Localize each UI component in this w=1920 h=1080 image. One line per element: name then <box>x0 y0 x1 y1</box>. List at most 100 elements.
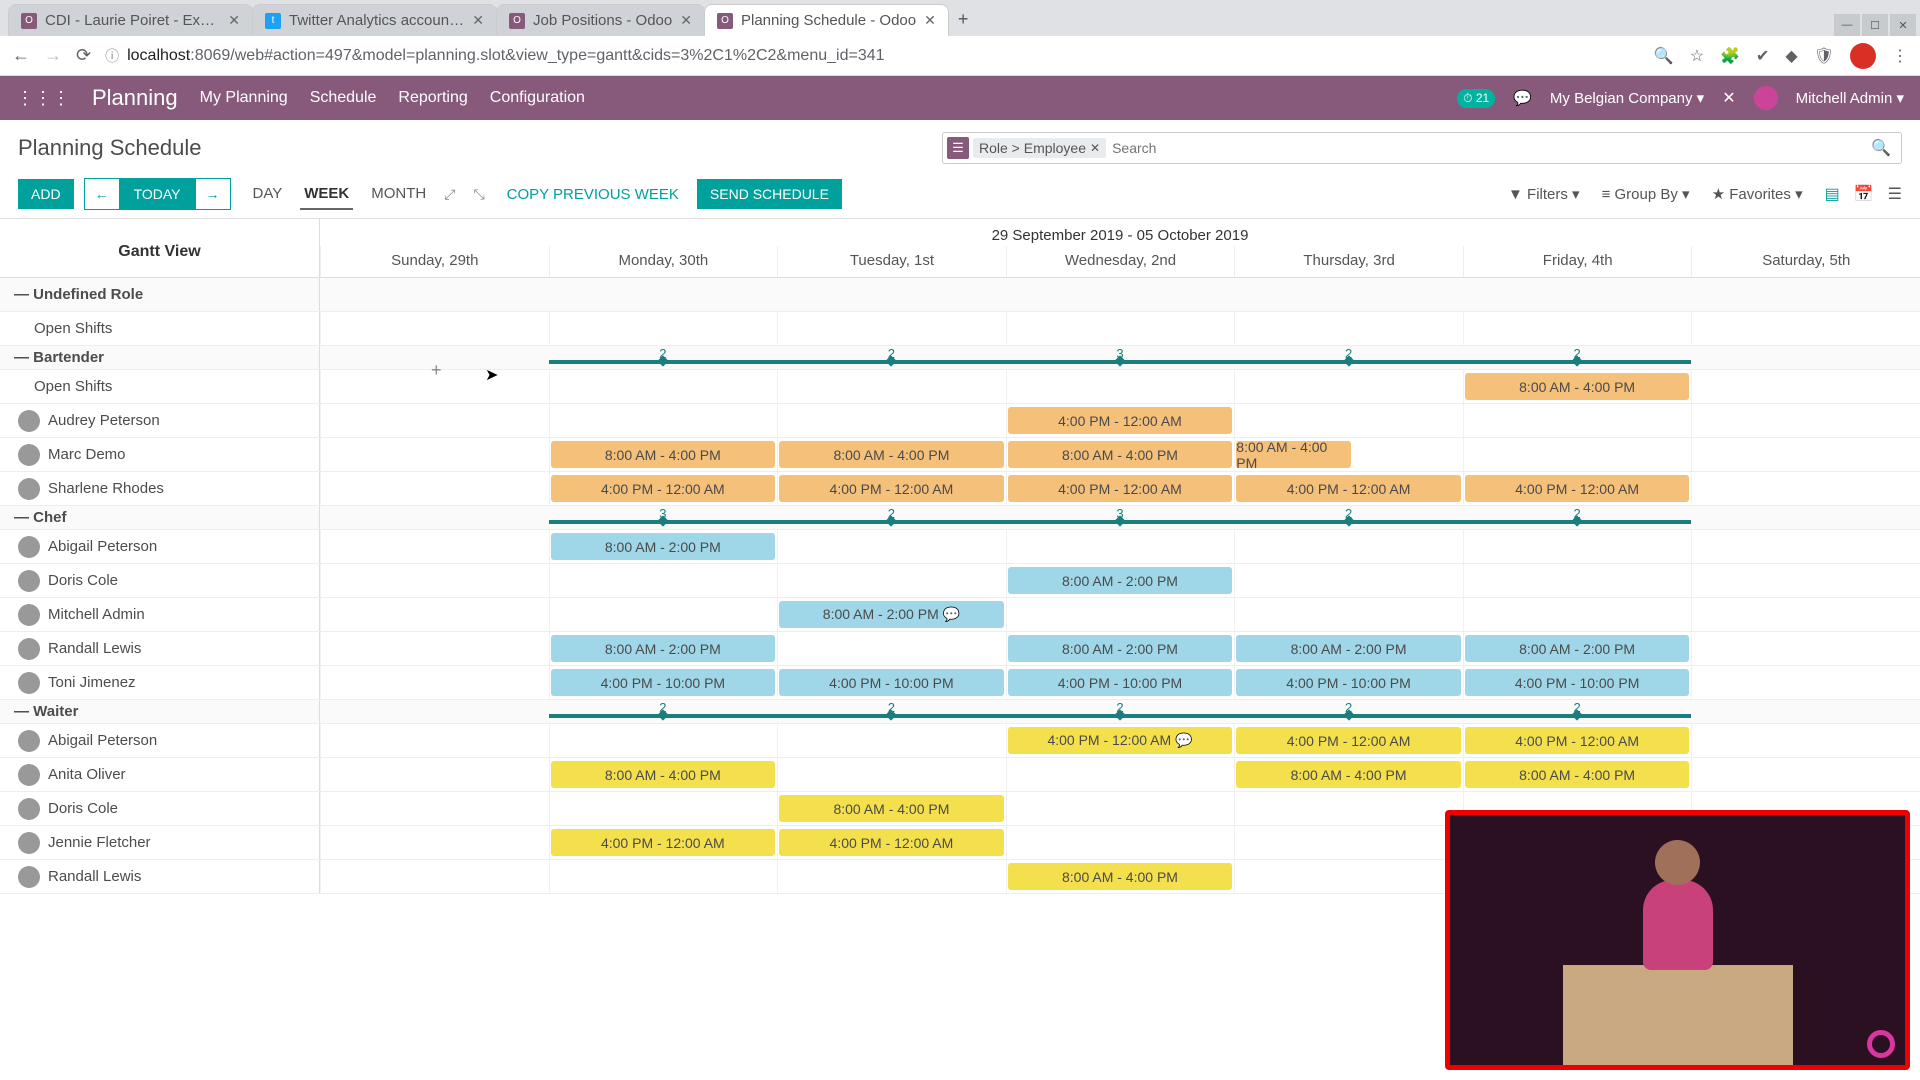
favorites-menu[interactable]: ★ Favorites ▾ <box>1712 185 1803 203</box>
gantt-cell[interactable] <box>1691 404 1920 437</box>
gantt-cell[interactable] <box>320 530 549 563</box>
gantt-cell[interactable] <box>1691 724 1920 757</box>
ext1-icon[interactable]: 🧩 <box>1720 46 1740 66</box>
reload-button[interactable]: ⟳ <box>76 45 91 66</box>
shift-slot[interactable]: 4:00 PM - 12:00 AM <box>1236 475 1461 502</box>
gantt-cell[interactable] <box>777 404 1006 437</box>
shift-slot[interactable]: 8:00 AM - 4:00 PM <box>1008 441 1233 468</box>
resource-row[interactable]: Open Shifts <box>0 370 320 403</box>
shift-slot[interactable]: 8:00 AM - 4:00 PM <box>779 441 1004 468</box>
add-slot-icon[interactable]: + <box>431 360 442 381</box>
tab-close-icon[interactable]: ✕ <box>924 12 936 29</box>
next-button[interactable]: → <box>195 178 231 210</box>
gantt-cell[interactable] <box>320 826 549 859</box>
shift-slot[interactable]: 8:00 AM - 4:00 PM <box>1236 441 1350 468</box>
gantt-cell[interactable] <box>549 564 778 597</box>
shift-slot[interactable]: 8:00 AM - 4:00 PM <box>551 441 776 468</box>
window-maximize[interactable]: ☐ <box>1862 14 1888 36</box>
ext3-icon[interactable]: ◆ <box>1785 46 1797 66</box>
search-facet[interactable]: Role > Employee ✕ <box>973 138 1106 158</box>
browser-tab[interactable]: OJob Positions - Odoo✕ <box>496 4 705 36</box>
gantt-cell[interactable] <box>1234 564 1463 597</box>
tab-close-icon[interactable]: ✕ <box>228 12 240 29</box>
today-button[interactable]: TODAY <box>120 178 195 210</box>
shift-slot[interactable]: 8:00 AM - 4:00 PM <box>1236 761 1461 788</box>
prev-button[interactable]: ← <box>84 178 120 210</box>
shift-slot[interactable]: 4:00 PM - 12:00 AM <box>551 475 776 502</box>
gantt-cell[interactable] <box>1234 860 1463 893</box>
gantt-cell[interactable] <box>320 598 549 631</box>
scale-option[interactable]: DAY <box>249 179 287 210</box>
group-row[interactable]: — Chef <box>0 506 320 529</box>
gantt-cell[interactable] <box>1691 312 1920 345</box>
gantt-cell[interactable] <box>1463 598 1692 631</box>
ext4-icon[interactable]: 🛡 <box>1814 46 1834 66</box>
shift-slot[interactable]: 4:00 PM - 10:00 PM <box>551 669 776 696</box>
apps-launcher-icon[interactable]: ⋮⋮⋮ <box>16 88 70 109</box>
gantt-cell[interactable] <box>320 632 549 665</box>
gantt-cell[interactable] <box>1691 564 1920 597</box>
gantt-cell[interactable] <box>1691 438 1920 471</box>
add-button[interactable]: ADD <box>18 179 74 209</box>
gantt-cell[interactable] <box>1006 758 1235 791</box>
close-company-icon[interactable]: ✕ <box>1722 88 1735 108</box>
gantt-cell[interactable] <box>320 312 549 345</box>
shift-slot[interactable]: 4:00 PM - 10:00 PM <box>1465 669 1690 696</box>
search-icon[interactable]: 🔍 <box>1865 138 1897 158</box>
discuss-icon[interactable]: 💬 <box>1513 89 1532 107</box>
shift-slot[interactable]: 8:00 AM - 2:00 PM <box>551 635 776 662</box>
shift-slot[interactable]: 4:00 PM - 10:00 PM <box>1008 669 1233 696</box>
shift-slot[interactable]: 8:00 AM - 2:00 PM <box>1465 635 1690 662</box>
window-minimize[interactable]: — <box>1834 14 1860 36</box>
gantt-cell[interactable] <box>1234 792 1463 825</box>
scale-option[interactable]: MONTH <box>367 179 430 210</box>
window-close[interactable]: ✕ <box>1890 14 1916 36</box>
gantt-cell[interactable] <box>1691 598 1920 631</box>
app-menu-item[interactable]: Reporting <box>398 89 467 107</box>
app-menu-item[interactable]: Configuration <box>490 89 585 107</box>
search-box[interactable]: ☰ Role > Employee ✕ 🔍 <box>942 132 1902 164</box>
gantt-cell[interactable] <box>320 758 549 791</box>
new-tab-button[interactable]: + <box>948 3 979 36</box>
shift-slot[interactable]: 4:00 PM - 12:00 AM <box>1008 475 1233 502</box>
gantt-cell[interactable] <box>1463 312 1692 345</box>
group-row[interactable]: — Waiter <box>0 700 320 723</box>
app-title[interactable]: Planning <box>92 85 178 111</box>
gantt-view-icon[interactable]: ▤ <box>1825 184 1840 204</box>
forward-button[interactable]: → <box>44 45 62 66</box>
gantt-cell[interactable] <box>320 724 549 757</box>
browser-tab[interactable]: tTwitter Analytics account ov✕ <box>252 4 497 36</box>
shift-slot[interactable]: 8:00 AM - 2:00 PM <box>1008 635 1233 662</box>
shift-slot[interactable]: 8:00 AM - 2:00 PM <box>1008 567 1233 594</box>
send-schedule-button[interactable]: SEND SCHEDULE <box>697 179 842 209</box>
gantt-cell[interactable] <box>549 404 778 437</box>
scale-option[interactable]: WEEK <box>300 179 353 210</box>
shift-slot[interactable]: 8:00 AM - 2:00 PM <box>1236 635 1461 662</box>
shift-slot[interactable]: 4:00 PM - 12:00 AM <box>551 829 776 856</box>
calendar-view-icon[interactable]: 📅 <box>1854 184 1874 204</box>
groupby-menu[interactable]: ≡ Group By ▾ <box>1602 185 1690 203</box>
gantt-cell[interactable] <box>1463 564 1692 597</box>
gantt-cell[interactable] <box>1691 472 1920 505</box>
resource-row[interactable]: Sharlene Rhodes <box>0 472 320 505</box>
gantt-cell[interactable] <box>1006 826 1235 859</box>
shift-slot[interactable]: 8:00 AM - 2:00 PM <box>551 533 776 560</box>
gantt-cell[interactable] <box>1006 530 1235 563</box>
resource-row[interactable]: Audrey Peterson <box>0 404 320 437</box>
ext2-icon[interactable]: ✔ <box>1756 46 1769 66</box>
tab-close-icon[interactable]: ✕ <box>472 12 484 29</box>
bookmark-icon[interactable]: ☆ <box>1690 46 1704 66</box>
group-row[interactable]: — Undefined Role <box>0 278 320 311</box>
gantt-cell[interactable] <box>1691 530 1920 563</box>
gantt-cell[interactable] <box>1234 826 1463 859</box>
resource-row[interactable]: Abigail Peterson <box>0 530 320 563</box>
shift-slot[interactable]: 8:00 AM - 4:00 PM <box>1465 373 1690 400</box>
gantt-cell[interactable] <box>320 792 549 825</box>
company-switcher[interactable]: My Belgian Company ▾ <box>1550 89 1704 107</box>
gantt-cell[interactable] <box>777 758 1006 791</box>
gantt-cell[interactable] <box>1463 404 1692 437</box>
menu-icon[interactable]: ⋮ <box>1892 46 1908 66</box>
facet-remove-icon[interactable]: ✕ <box>1090 141 1100 155</box>
resource-row[interactable]: Marc Demo <box>0 438 320 471</box>
shift-slot[interactable]: 4:00 PM - 10:00 PM <box>779 669 1004 696</box>
